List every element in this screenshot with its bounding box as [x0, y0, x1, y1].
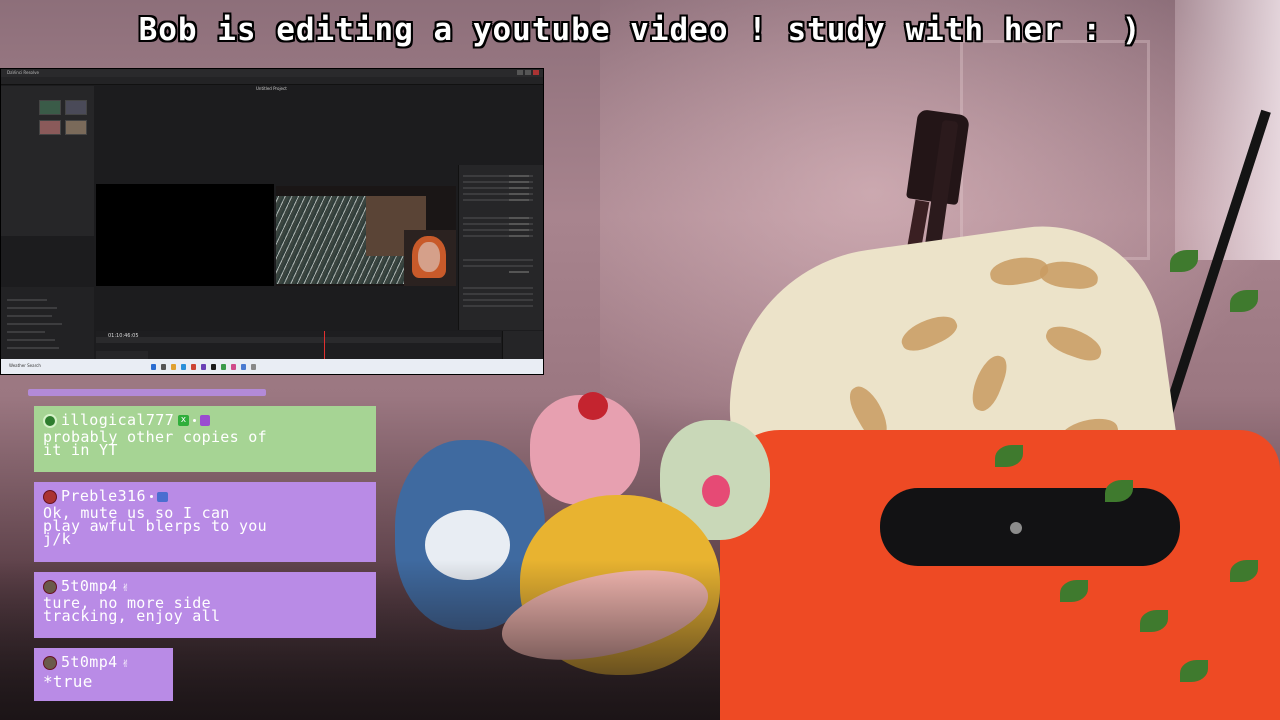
hand-badge-icon: ✌ [121, 579, 130, 594]
microphone [880, 488, 1180, 566]
chat-message: illogical777 x probably other copies of … [34, 406, 376, 472]
avatar-icon [43, 655, 57, 670]
media-thumbnail[interactable] [39, 120, 61, 135]
media-thumbnail[interactable] [65, 100, 87, 115]
chat-message-text: ture, no more side tracking, enjoy all [43, 594, 221, 625]
chat-message-text: Ok, mute us so I can play awful blerps t… [43, 504, 267, 548]
app-icon[interactable] [241, 364, 246, 370]
editor-menubar[interactable]: Untitled Project [1, 77, 543, 91]
chat-message-text: *true [43, 672, 93, 691]
app-icon[interactable] [231, 364, 236, 370]
editor-window-title: DaVinci Resolve [7, 70, 39, 75]
app-icon[interactable] [201, 364, 206, 370]
program-viewer[interactable] [276, 186, 456, 286]
app-icon[interactable] [251, 364, 256, 370]
xbox-badge-icon: x [178, 415, 190, 426]
windows-taskbar[interactable]: Weather Search [1, 359, 543, 374]
start-icon[interactable] [151, 364, 156, 370]
chat-message: Preble316 Ok, mute us so I can play awfu… [34, 482, 376, 562]
app-icon[interactable] [191, 364, 196, 370]
dot-icon [193, 419, 197, 422]
chat-username: illogical777 [61, 411, 175, 429]
cherry [578, 392, 608, 420]
chat-message: 5t0mp4 ✌ ture, no more side tracking, en… [34, 572, 376, 638]
dot-icon [149, 495, 153, 498]
taskbar-weather[interactable]: Weather Search [9, 363, 41, 368]
timeline-timecode: 01:10:46:05 [108, 333, 139, 339]
file-explorer-icon[interactable] [171, 364, 176, 370]
plush-eye [702, 475, 730, 507]
maximize-icon[interactable] [525, 70, 531, 75]
close-icon[interactable] [533, 70, 539, 75]
resolve-icon[interactable] [211, 364, 216, 370]
avatar-icon [43, 489, 57, 504]
chat-header-bar [28, 389, 266, 396]
screen-capture-video-editor: DaVinci Resolve Untitled Project 01:10:4… [0, 68, 544, 375]
media-pool[interactable] [1, 86, 94, 236]
avatar-icon [43, 579, 57, 594]
minimize-icon[interactable] [517, 70, 523, 75]
project-name: Untitled Project [256, 86, 287, 91]
user-icon [43, 413, 57, 428]
chat-message: 5t0mp4 ✌ *true [34, 648, 173, 701]
microphone-logo [1010, 522, 1022, 534]
source-viewer[interactable] [96, 184, 274, 286]
app-icon[interactable] [221, 364, 226, 370]
stream-title: Bob is editing a youtube video ! study w… [138, 12, 1142, 48]
chat-message-text: probably other copies of it in YT [43, 428, 267, 459]
media-thumbnail[interactable] [39, 100, 61, 115]
search-icon[interactable] [161, 364, 166, 370]
browser-icon[interactable] [181, 364, 186, 370]
editor-titlebar: DaVinci Resolve [1, 69, 543, 77]
hand-badge-icon: ✌ [121, 655, 130, 670]
chat-username: 5t0mp4 [61, 577, 118, 595]
chat-username: Preble316 [61, 487, 146, 505]
chat-username: 5t0mp4 [61, 653, 118, 671]
timeline-ruler[interactable] [96, 337, 501, 343]
robot-badge-icon [156, 491, 168, 502]
media-thumbnail[interactable] [65, 120, 87, 135]
gift-badge-icon [200, 415, 211, 426]
inspector-panel[interactable] [458, 165, 543, 330]
viewer-streamer-face [418, 242, 440, 272]
